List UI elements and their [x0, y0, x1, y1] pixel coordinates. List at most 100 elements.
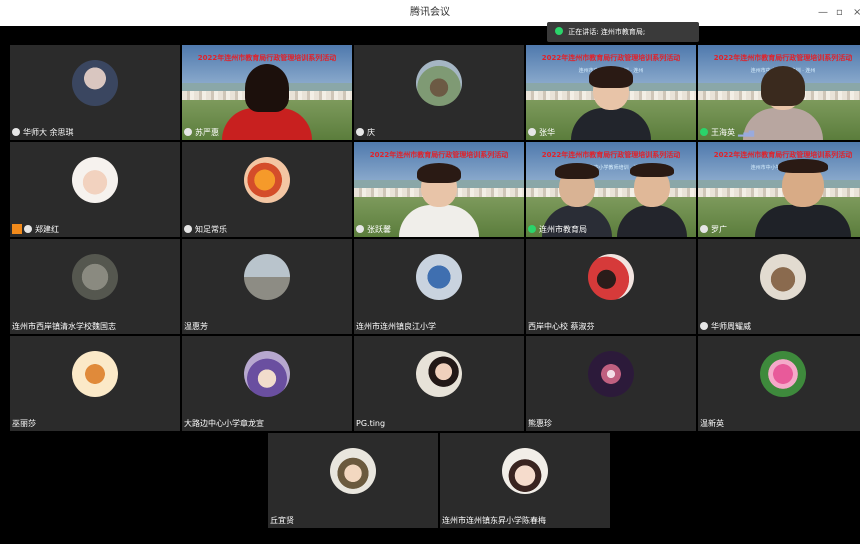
participant-name-bar: 连州市连州镇良江小学 — [354, 320, 436, 334]
avatar — [416, 351, 462, 397]
participant-tile[interactable]: 连州市西岸镇清水学校魏国志 — [10, 239, 180, 334]
participant-name: 罗广 — [711, 225, 727, 234]
participant-tile[interactable]: 连州市连州镇良江小学 — [354, 239, 524, 334]
avatar — [760, 351, 806, 397]
avatar — [72, 254, 118, 300]
avatar — [760, 254, 806, 300]
avatar — [244, 254, 290, 300]
participant-video-tile[interactable]: 2022年连州市教育局行政管理培训系列活动 苏严惠 — [182, 45, 352, 140]
participant-name-bar: 罗广 — [698, 223, 727, 237]
participant-name: 温新英 — [700, 419, 724, 428]
participant-tile[interactable]: 知足常乐 — [182, 142, 352, 237]
microphone-icon — [356, 128, 364, 136]
microphone-active-icon — [528, 225, 536, 233]
microphone-icon — [12, 128, 20, 136]
avatar — [244, 351, 290, 397]
participant-name-bar: 熊惠珍 — [526, 417, 552, 431]
person-video — [571, 66, 651, 140]
participant-name: 郑建红 — [35, 225, 59, 234]
participant-name: 熊惠珍 — [528, 419, 552, 428]
video-banner-title: 2022年连州市教育局行政管理培训系列活动 — [713, 151, 853, 159]
participant-name-bar: PG.ting — [354, 417, 385, 431]
participant-tile[interactable]: 丘宜贤 — [268, 433, 438, 528]
participant-name-bar: 连州市连州镇东昇小学陈春梅 — [440, 514, 546, 528]
avatar — [330, 448, 376, 494]
participant-tile[interactable]: 熊惠珍 — [526, 336, 696, 431]
participant-name: 巫丽莎 — [12, 419, 36, 428]
avatar — [502, 448, 548, 494]
participant-name-bar: 温惠芳 — [182, 320, 208, 334]
participant-video-tile[interactable]: 2022年连州市教育局行政管理培训系列活动 连州市中小学教师培训 · 连州 罗广 — [698, 142, 860, 237]
person-video — [222, 64, 312, 140]
participant-name-bar: 王海英 ▂▄▆ — [698, 126, 754, 140]
speaking-indicator: 正在讲话: 连州市教育局; — [547, 22, 699, 42]
participant-tile[interactable]: 温惠芳 — [182, 239, 352, 334]
participant-name-bar: 连州市教育局 — [526, 223, 587, 237]
participant-name: 大路边中心小学章龙宣 — [184, 419, 264, 428]
video-banner-title: 2022年连州市教育局行政管理培训系列活动 — [541, 151, 681, 159]
participant-tile[interactable]: 连州市连州镇东昇小学陈春梅 — [440, 433, 610, 528]
participant-name-bar: 西岸中心校 蔡淑芬 — [526, 320, 595, 334]
person-video — [399, 163, 479, 237]
participant-name: 王海英 — [711, 128, 735, 137]
participant-name-bar: 温新英 — [698, 417, 724, 431]
participant-name-bar: 大路边中心小学章龙宣 — [182, 417, 264, 431]
participant-tile[interactable]: 庆 — [354, 45, 524, 140]
participant-tile[interactable]: 温新英 — [698, 336, 860, 431]
person-video — [616, 163, 687, 237]
video-banner-title: 2022年连州市教育局行政管理培训系列活动 — [541, 54, 681, 62]
participant-name: 庆 — [367, 128, 375, 137]
video-banner-title: 2022年连州市教育局行政管理培训系列活动 — [369, 151, 509, 159]
participant-name: 知足常乐 — [195, 225, 227, 234]
avatar — [72, 157, 118, 203]
participant-name-bar: 华师周耀威 — [698, 320, 751, 334]
participant-tile[interactable]: 华师周耀威 — [698, 239, 860, 334]
participant-name-bar: 郑建红 — [10, 223, 59, 237]
participant-video-tile[interactable]: 2022年连州市教育局行政管理培训系列活动 连州市中小学教师培训 · 连州 张华 — [526, 45, 696, 140]
microphone-icon — [356, 225, 364, 233]
participant-video-tile[interactable]: 2022年连州市教育局行政管理培训系列活动 连州市中小学教师培训 · 连州 连州… — [526, 142, 696, 237]
microphone-icon — [528, 128, 536, 136]
participant-name-bar: 张跃馨 — [354, 223, 391, 237]
close-button[interactable]: × — [853, 0, 860, 26]
video-banner-title: 2022年连州市教育局行政管理培训系列活动 — [713, 54, 853, 62]
user-icon — [12, 224, 22, 234]
microphone-icon — [24, 225, 32, 233]
participant-name: 张跃馨 — [367, 225, 391, 234]
participant-video-tile[interactable]: 2022年连州市教育局行政管理培训系列活动 张跃馨 — [354, 142, 524, 237]
participant-name-bar: 张华 — [526, 126, 555, 140]
participant-name-bar: 连州市西岸镇清水学校魏国志 — [10, 320, 116, 334]
video-banner-title: 2022年连州市教育局行政管理培训系列活动 — [197, 54, 337, 62]
microphone-icon — [555, 27, 563, 35]
participant-name: 连州市连州镇良江小学 — [356, 322, 436, 331]
participant-name: 张华 — [539, 128, 555, 137]
microphone-icon — [184, 225, 192, 233]
participant-tile[interactable]: 西岸中心校 蔡淑芬 — [526, 239, 696, 334]
participant-name: 温惠芳 — [184, 322, 208, 331]
avatar — [72, 351, 118, 397]
avatar — [416, 254, 462, 300]
maximize-button[interactable]: ▫ — [836, 0, 843, 26]
participant-name-bar: 苏严惠 — [182, 126, 219, 140]
microphone-icon — [184, 128, 192, 136]
participant-tile[interactable]: 大路边中心小学章龙宣 — [182, 336, 352, 431]
microphone-icon — [700, 322, 708, 330]
avatar — [244, 157, 290, 203]
microphone-active-icon — [700, 128, 708, 136]
participant-name-bar: 庆 — [354, 126, 375, 140]
signal-icon: ▂▄▆ — [738, 129, 755, 137]
speaking-label: 正在讲话: 连州市教育局; — [568, 28, 646, 36]
participant-name: 西岸中心校 蔡淑芬 — [528, 322, 595, 331]
participant-name-bar: 丘宜贤 — [268, 514, 294, 528]
avatar — [588, 254, 634, 300]
avatar — [588, 351, 634, 397]
avatar — [416, 60, 462, 106]
minimize-button[interactable]: — — [818, 0, 828, 26]
participant-tile[interactable]: PG.ting — [354, 336, 524, 431]
participant-video-tile[interactable]: 2022年连州市教育局行政管理培训系列活动 连州市中小学教师培训 · 连州 王海… — [698, 45, 860, 140]
participant-tile[interactable]: 巫丽莎 — [10, 336, 180, 431]
participant-tile[interactable]: 华师大 余思琪 — [10, 45, 180, 140]
participant-name-bar: 巫丽莎 — [10, 417, 36, 431]
participant-tile[interactable]: 郑建红 — [10, 142, 180, 237]
participant-name: 华师大 余思琪 — [23, 128, 74, 137]
